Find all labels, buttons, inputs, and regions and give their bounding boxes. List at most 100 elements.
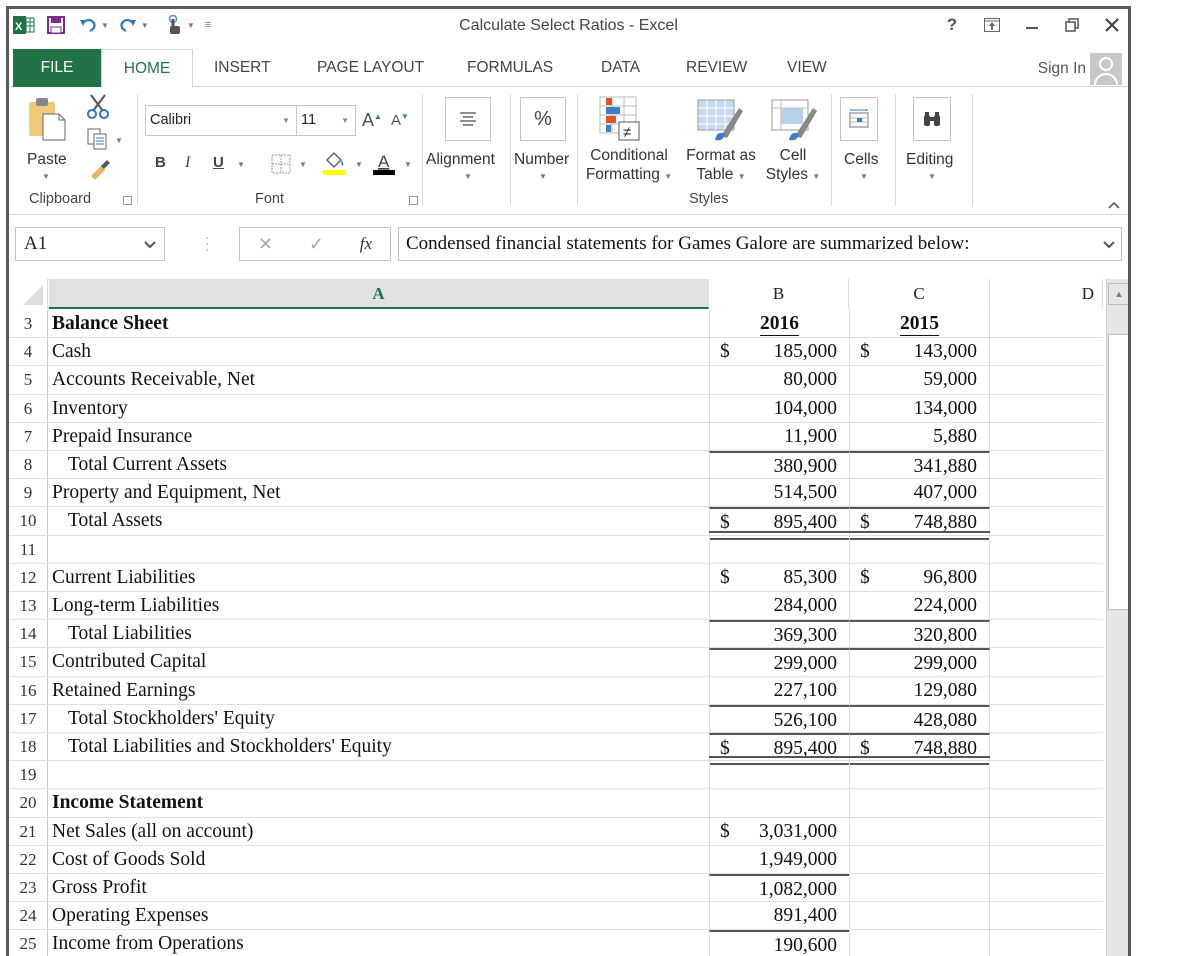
cell-b[interactable]: 1,082,000 xyxy=(709,874,849,902)
cell-a[interactable]: Current Liabilities xyxy=(49,564,699,591)
cell-b[interactable]: $895,400 xyxy=(709,507,850,540)
avatar[interactable] xyxy=(1090,53,1122,85)
column-header-d[interactable]: D xyxy=(990,279,1103,309)
fill-color-dropdown-icon[interactable]: ▼ xyxy=(355,160,363,169)
cancel-entry-icon[interactable]: ✕ xyxy=(258,234,273,255)
row-header[interactable]: 12 xyxy=(9,563,48,591)
cell-d[interactable] xyxy=(990,733,1103,760)
cell-b[interactable]: 891,400 xyxy=(709,902,849,930)
row-header[interactable]: 10 xyxy=(9,507,48,535)
confirm-entry-icon[interactable]: ✓ xyxy=(309,234,324,255)
copy-icon[interactable] xyxy=(87,128,109,155)
cell-d[interactable] xyxy=(990,789,1103,816)
font-size-box[interactable]: 11 ▼ xyxy=(296,105,356,136)
tab-data[interactable]: DATA xyxy=(601,49,640,87)
row-header[interactable]: 7 xyxy=(9,422,48,450)
cell-d[interactable] xyxy=(990,930,1103,956)
row-header[interactable]: 16 xyxy=(9,676,48,704)
cell-d[interactable] xyxy=(990,846,1103,873)
cell-d[interactable] xyxy=(990,451,1103,478)
scrollbar-thumb[interactable] xyxy=(1108,334,1128,610)
help-icon[interactable]: ? xyxy=(942,15,962,35)
cell-a[interactable]: Property and Equipment, Net xyxy=(49,479,699,506)
cell-a[interactable]: Accounts Receivable, Net xyxy=(49,366,699,393)
cell-d[interactable] xyxy=(990,338,1103,365)
font-name-box[interactable]: Calibri ▼ xyxy=(145,105,297,136)
cell-c[interactable] xyxy=(849,789,990,817)
cut-icon[interactable] xyxy=(87,94,109,125)
cell-a[interactable]: Total Current Assets xyxy=(49,451,699,478)
cell-a[interactable]: Net Sales (all on account) xyxy=(49,818,699,845)
cell-a[interactable]: Inventory xyxy=(49,395,699,422)
underline-button[interactable]: U xyxy=(213,154,224,171)
select-all-button[interactable] xyxy=(9,279,48,309)
cell-styles-button[interactable]: Cell Styles ▼ xyxy=(761,88,825,188)
tab-review[interactable]: REVIEW xyxy=(686,49,747,87)
column-header-b[interactable]: B xyxy=(709,279,849,309)
cell-b[interactable]: 80,000 xyxy=(709,366,849,394)
cell-a[interactable]: Operating Expenses xyxy=(49,902,699,929)
cell-d[interactable] xyxy=(990,507,1103,534)
tab-view[interactable]: VIEW xyxy=(787,49,827,87)
scroll-up-arrow-icon[interactable]: ▲ xyxy=(1108,283,1128,305)
conditional-formatting-button[interactable]: ≠ Conditional Formatting ▼ xyxy=(579,88,679,188)
tab-file[interactable]: FILE xyxy=(13,49,101,87)
font-name-dropdown-icon[interactable]: ▼ xyxy=(282,106,290,135)
cell-d[interactable] xyxy=(990,536,1103,563)
sign-in[interactable]: Sign In xyxy=(1038,53,1122,85)
cell-a[interactable]: Long-term Liabilities xyxy=(49,592,699,619)
name-box[interactable]: A1 xyxy=(15,227,165,261)
cell-b[interactable]: 526,100 xyxy=(709,704,849,732)
cell-b[interactable]: 11,900 xyxy=(709,422,849,450)
cell-a[interactable]: Total Stockholders' Equity xyxy=(49,705,699,732)
cell-d[interactable] xyxy=(990,479,1103,506)
underline-dropdown-icon[interactable]: ▼ xyxy=(237,160,245,169)
cell-b[interactable]: 284,000 xyxy=(709,592,849,620)
cell-c[interactable]: 341,880 xyxy=(849,451,990,479)
collapse-ribbon-icon[interactable] xyxy=(1108,196,1120,214)
cell-d[interactable] xyxy=(990,423,1103,450)
row-header[interactable]: 9 xyxy=(9,479,48,507)
cell-c[interactable] xyxy=(849,930,990,956)
cell-c[interactable] xyxy=(849,817,990,845)
decrease-font-size-icon[interactable]: A▼ xyxy=(391,112,409,129)
cell-c[interactable] xyxy=(849,902,990,930)
cell-c[interactable] xyxy=(849,761,990,789)
cell-a[interactable]: Cash xyxy=(49,338,699,365)
cell-a[interactable] xyxy=(49,536,699,563)
editing-button[interactable]: Editing ▼ xyxy=(896,88,970,188)
name-box-dropdown-icon[interactable] xyxy=(144,228,156,261)
cell-c[interactable]: $96,800 xyxy=(849,563,990,591)
cell-b[interactable]: 369,300 xyxy=(709,620,849,648)
cell-b[interactable]: 514,500 xyxy=(709,479,849,507)
cell-d[interactable] xyxy=(990,564,1103,591)
row-header[interactable]: 14 xyxy=(9,620,48,648)
cell-d[interactable] xyxy=(990,366,1103,393)
row-header[interactable]: 5 xyxy=(9,366,48,394)
cell-c[interactable]: 407,000 xyxy=(849,479,990,507)
cell-c[interactable] xyxy=(849,535,990,563)
formula-input[interactable]: Condensed financial statements for Games… xyxy=(398,227,1122,261)
cell-b[interactable]: 2016 xyxy=(709,310,849,338)
cells-button[interactable]: Cells ▼ xyxy=(832,88,894,188)
cell-c[interactable]: 299,000 xyxy=(849,648,990,676)
row-header[interactable]: 4 xyxy=(9,338,48,366)
cell-c[interactable]: 2015 xyxy=(849,310,990,338)
cell-c[interactable]: 5,880 xyxy=(849,422,990,450)
cell-b[interactable]: $185,000 xyxy=(709,338,849,366)
cell-b[interactable]: 380,900 xyxy=(709,451,849,479)
cell-c[interactable]: 224,000 xyxy=(849,592,990,620)
row-header[interactable]: 24 xyxy=(9,902,48,930)
cell-a[interactable]: Income Statement xyxy=(49,789,699,816)
cell-d[interactable] xyxy=(990,592,1103,619)
cell-d[interactable] xyxy=(990,705,1103,732)
cells-dropdown-icon[interactable]: ▼ xyxy=(860,172,868,181)
cell-d[interactable] xyxy=(990,677,1103,704)
format-as-table-button[interactable]: Format as Table ▼ xyxy=(681,88,761,188)
cell-b[interactable]: $3,031,000 xyxy=(709,817,849,845)
number-button[interactable]: % Number ▼ xyxy=(511,88,577,188)
cell-a[interactable] xyxy=(49,761,699,788)
cell-c[interactable]: 428,080 xyxy=(849,704,990,732)
column-header-c[interactable]: C xyxy=(849,279,990,309)
tab-page-layout[interactable]: PAGE LAYOUT xyxy=(317,49,424,87)
